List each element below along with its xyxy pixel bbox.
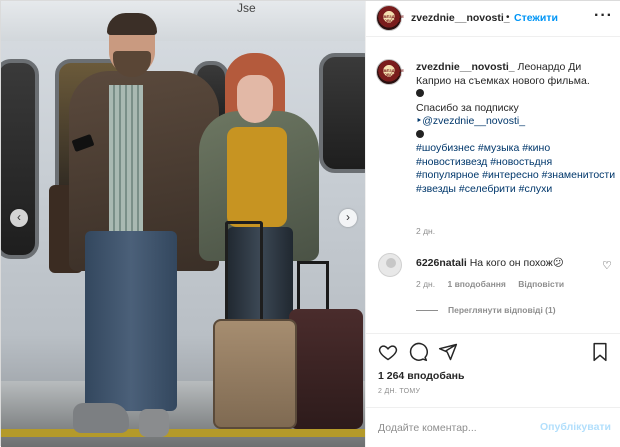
train-roof: Jse bbox=[1, 1, 365, 41]
suitcase-beige bbox=[213, 319, 297, 429]
post-timestamp[interactable]: 2 ДН. ТОМУ bbox=[378, 388, 420, 395]
avatar[interactable] bbox=[378, 253, 402, 277]
follow-button[interactable]: Стежити bbox=[514, 12, 558, 24]
comment-icon[interactable] bbox=[408, 342, 428, 362]
heart-icon[interactable] bbox=[378, 342, 398, 362]
suitcase-handle bbox=[297, 261, 329, 311]
woman-face bbox=[237, 75, 273, 123]
caption-text: zvezdnie__novosti_ Леонардо Ди Каприо на… bbox=[416, 61, 616, 196]
platform-stripe bbox=[1, 429, 365, 437]
comment-body: На кого он похож😕 bbox=[469, 257, 564, 269]
prev-photo-button[interactable]: ‹ bbox=[10, 209, 28, 227]
caption-thanks: Спасибо за подписку bbox=[416, 101, 519, 114]
bullet-icon bbox=[416, 89, 424, 97]
instagram-post: Jse ‹ › ЗВЁЗДНЫЕ НОВОСТИ zvezdnie__novos… bbox=[0, 0, 620, 447]
post-sidebar: ЗВЁЗДНЫЕ НОВОСТИ zvezdnie__novosti_ • Ст… bbox=[365, 1, 620, 447]
man-shirt bbox=[109, 85, 143, 235]
comment-username[interactable]: 6226natali bbox=[416, 257, 467, 269]
comment-likes[interactable]: 1 вподобання bbox=[447, 279, 505, 289]
comment-input[interactable] bbox=[378, 418, 538, 438]
comment-timestamp[interactable]: 2 дн. bbox=[416, 279, 435, 289]
man-jeans bbox=[85, 231, 177, 411]
avatar-logo-text: ЗВЁЗДНЫЕ НОВОСТИ bbox=[381, 14, 404, 23]
bookmark-icon[interactable] bbox=[590, 342, 610, 362]
separator-dot: • bbox=[506, 12, 510, 23]
likes-count[interactable]: 1 264 вподобань bbox=[378, 370, 464, 382]
publish-button[interactable]: Опублікувати bbox=[540, 421, 611, 433]
man-shoe bbox=[73, 403, 129, 433]
comment-meta: 2 дн. 1 вподобання Відповісти bbox=[416, 279, 574, 289]
man-hair bbox=[107, 13, 157, 35]
post-photo[interactable]: Jse ‹ › bbox=[1, 1, 365, 447]
post-actions: 1 264 вподобань 2 ДН. ТОМУ bbox=[366, 333, 620, 413]
post-header: ЗВЁЗДНЫЕ НОВОСТИ zvezdnie__novosti_ • Ст… bbox=[366, 1, 620, 37]
woman-top bbox=[227, 127, 287, 227]
caption-timestamp[interactable]: 2 дн. bbox=[416, 226, 435, 236]
caption-username[interactable]: zvezdnie__novosti_ bbox=[416, 61, 515, 73]
comment-text: 6226natali На кого он похож😕 bbox=[416, 257, 564, 269]
mention-link[interactable]: ‣@zvezdnie__novosti_ bbox=[416, 115, 525, 127]
man-shoe bbox=[139, 409, 169, 437]
add-comment-bar: Опублікувати bbox=[366, 407, 620, 447]
suitcase-handle bbox=[225, 221, 263, 321]
avatar[interactable]: ЗВЁЗДНЫЕ НОВОСТИ bbox=[376, 5, 404, 31]
train-window bbox=[1, 59, 39, 259]
avatar-logo-text: ЗВЁЗДНЫЕ НОВОСТИ bbox=[381, 68, 404, 77]
comment-like-icon[interactable]: ♡ bbox=[602, 259, 612, 272]
hashtags[interactable]: #шоубизнес #музыка #кино #новостизвезд #… bbox=[416, 142, 615, 195]
train-window bbox=[319, 53, 365, 173]
suitcase-dark bbox=[289, 309, 363, 429]
reply-button[interactable]: Відповісти bbox=[518, 279, 564, 289]
train-sign: Jse bbox=[237, 1, 256, 15]
next-photo-button[interactable]: › bbox=[339, 209, 357, 227]
bullet-icon bbox=[416, 129, 424, 138]
share-icon[interactable] bbox=[438, 342, 458, 362]
username-link[interactable]: zvezdnie__novosti_ bbox=[411, 12, 510, 24]
more-options-icon[interactable]: ··· bbox=[594, 7, 613, 25]
avatar[interactable]: ЗВЁЗДНЫЕ НОВОСТИ bbox=[376, 59, 404, 85]
view-replies-button[interactable]: Переглянути відповіді (1) bbox=[416, 305, 556, 315]
